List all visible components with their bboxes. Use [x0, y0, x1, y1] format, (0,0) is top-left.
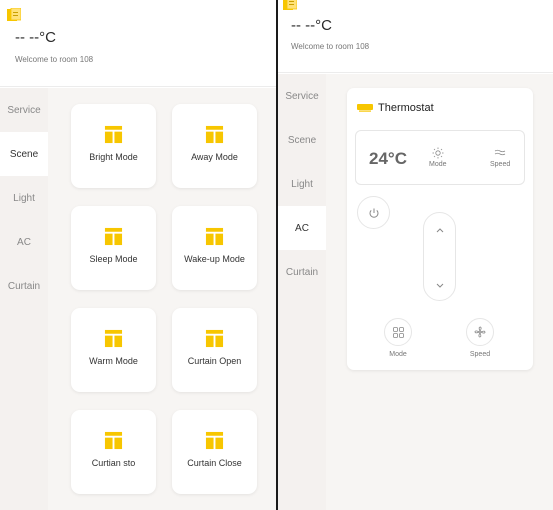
air-conditioner-icon [357, 104, 373, 112]
scene-card-away-mode[interactable]: Away Mode [172, 104, 257, 188]
scene-grid: Bright Mode Away Mode Sleep Mode Wake-up… [48, 88, 276, 510]
scene-label: Wake-up Mode [184, 254, 245, 264]
speed-button-label: Speed [469, 351, 491, 358]
power-icon [369, 208, 378, 218]
app-logo-icon [7, 8, 21, 21]
scene-card-curtain-stop[interactable]: Curtian sto [71, 410, 156, 494]
sidebar-item-service[interactable]: Service [278, 74, 326, 118]
scene-icon [104, 125, 123, 144]
sidebar: Service Scene Light AC Curtain [278, 74, 326, 510]
scene-card-sleep-mode[interactable]: Sleep Mode [71, 206, 156, 290]
welcome-text: Welcome to room 108 [291, 42, 370, 51]
sidebar-item-light[interactable]: Light [0, 176, 48, 220]
scene-card-bright-mode[interactable]: Bright Mode [71, 104, 156, 188]
scene-card-curtain-open[interactable]: Curtain Open [172, 308, 257, 392]
sidebar-item-light[interactable]: Light [278, 162, 326, 206]
sidebar: Service Scene Light AC Curtain [0, 88, 48, 510]
scene-label: Curtian sto [91, 458, 136, 468]
scene-icon [205, 329, 224, 348]
scene-label: Curtain Close [187, 458, 242, 468]
temperature-down-button[interactable] [424, 276, 455, 294]
room-temperature: -- --°C [291, 17, 332, 34]
scene-label: Warm Mode [89, 356, 138, 366]
speed-button[interactable] [466, 318, 494, 346]
speed-control: Speed [466, 318, 494, 358]
scene-label: Sleep Mode [89, 254, 138, 264]
thermostat-status: 24°C Mode Speed [355, 130, 525, 185]
temperature-up-button[interactable] [424, 221, 455, 239]
scene-icon [205, 125, 224, 144]
ac-content: Thermostat 24°C Mode Speed Mode Speed [326, 74, 553, 510]
fan-icon [474, 326, 486, 338]
mode-status-label: Mode [429, 161, 447, 168]
setpoint-temperature: 24°C [369, 149, 407, 168]
chevron-down-icon [436, 283, 443, 288]
room-temperature: -- --°C [15, 29, 56, 46]
mode-button[interactable] [384, 318, 412, 346]
sidebar-item-ac[interactable]: AC [278, 206, 326, 250]
scene-card-wake-up-mode[interactable]: Wake-up Mode [172, 206, 257, 290]
header: -- --°C Welcome to room 108 [0, 0, 276, 87]
temperature-control [423, 212, 456, 301]
mode-status: Mode [429, 147, 447, 168]
mode-control: Mode [384, 318, 412, 358]
chevron-up-icon [436, 228, 443, 233]
wind-icon [494, 149, 506, 156]
scene-label: Curtain Open [187, 356, 242, 366]
scene-card-curtain-close[interactable]: Curtain Close [172, 410, 257, 494]
scene-label: Away Mode [191, 152, 238, 162]
sidebar-item-ac[interactable]: AC [0, 220, 48, 264]
ac-screen: -- --°C Welcome to room 108 Service Scen… [278, 0, 553, 510]
sun-icon [432, 147, 444, 159]
scene-icon [205, 227, 224, 246]
speed-status: Speed [490, 147, 510, 168]
power-button[interactable] [357, 196, 390, 229]
thermostat-title: Thermostat [378, 102, 434, 114]
scene-icon [205, 431, 224, 450]
welcome-text: Welcome to room 108 [15, 55, 94, 64]
sidebar-item-curtain[interactable]: Curtain [278, 250, 326, 294]
scene-screen: -- --°C Welcome to room 108 Service Scen… [0, 0, 276, 510]
scene-icon [104, 431, 123, 450]
speed-status-label: Speed [490, 161, 511, 168]
sidebar-item-curtain[interactable]: Curtain [0, 264, 48, 308]
scene-icon [104, 329, 123, 348]
scene-card-warm-mode[interactable]: Warm Mode [71, 308, 156, 392]
mode-button-label: Mode [389, 351, 407, 358]
scene-icon [104, 227, 123, 246]
thermostat-card: Thermostat 24°C Mode Speed Mode Speed [347, 88, 533, 370]
grid-icon [392, 326, 404, 338]
app-logo-icon [283, 0, 297, 10]
thermostat-header: Thermostat [357, 102, 434, 114]
sidebar-item-scene[interactable]: Scene [0, 132, 48, 176]
sidebar-item-service[interactable]: Service [0, 88, 48, 132]
scene-label: Bright Mode [89, 152, 138, 162]
header: -- --°C Welcome to room 108 [278, 0, 553, 73]
sidebar-item-scene[interactable]: Scene [278, 118, 326, 162]
